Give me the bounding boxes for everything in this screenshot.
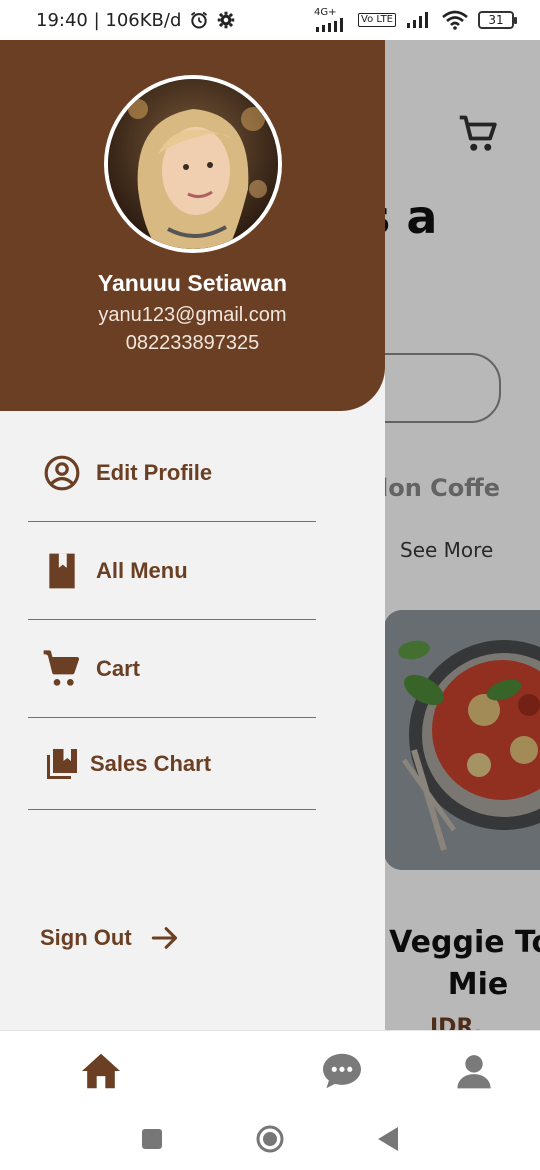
signal-4g: 4G+ — [314, 8, 348, 32]
account-circle-icon — [42, 453, 82, 493]
cart-icon — [42, 649, 82, 689]
circle-icon — [256, 1125, 284, 1153]
square-icon — [142, 1129, 162, 1149]
signal-icon-2 — [407, 12, 428, 28]
triangle-back-icon — [378, 1127, 398, 1151]
navigation-drawer: Yanuuu Setiawan yanu123@gmail.com 082233… — [0, 40, 385, 1030]
menu-label: All Menu — [96, 557, 188, 583]
arrow-right-icon — [151, 927, 177, 949]
menu-item-sales-chart[interactable]: Sales Chart — [28, 718, 316, 810]
avatar-photo — [108, 79, 278, 249]
settings-icon — [218, 11, 235, 29]
recent-apps-button[interactable] — [137, 1124, 167, 1154]
chat-icon — [323, 1053, 361, 1089]
menu-label: Sales Chart — [90, 750, 212, 776]
home-icon — [82, 1053, 120, 1089]
volte-badge: Vo LTE — [358, 13, 396, 27]
user-name: Yanuuu Setiawan — [97, 270, 288, 296]
bottom-navigation — [0, 1030, 540, 1106]
network-label: 4G+ — [314, 7, 337, 18]
library-icon — [42, 744, 82, 784]
alarm-icon — [191, 11, 208, 29]
user-phone: 082233897325 — [125, 332, 260, 354]
menu-item-all-menu[interactable]: All Menu — [28, 522, 316, 620]
status-bar: 19:40 | 106KB/d 4G+ Vo LTE 31 — [0, 0, 540, 40]
battery-icon: 31 — [478, 11, 517, 29]
back-button[interactable] — [373, 1124, 403, 1154]
book-icon — [42, 551, 82, 591]
signal-icon — [316, 18, 344, 32]
battery-level: 31 — [488, 13, 504, 27]
user-email: yanu123@gmail.com — [98, 304, 287, 326]
wifi-icon — [442, 10, 468, 30]
nav-profile-button[interactable] — [452, 1049, 496, 1093]
person-icon — [457, 1055, 491, 1089]
home-system-button[interactable] — [255, 1124, 285, 1154]
sign-out-button[interactable]: Sign Out — [40, 924, 180, 952]
nav-home-button[interactable] — [79, 1049, 123, 1093]
menu-label: Cart — [96, 655, 141, 681]
menu-item-cart[interactable]: Cart — [28, 620, 316, 718]
status-left: 19:40 | 106KB/d — [36, 10, 235, 31]
menu-item-edit-profile[interactable]: Edit Profile — [28, 424, 316, 522]
status-time-speed: 19:40 | 106KB/d — [36, 9, 182, 31]
system-navigation-bar — [0, 1106, 540, 1170]
nav-chat-button[interactable] — [320, 1049, 364, 1093]
status-right: 4G+ Vo LTE 31 — [314, 8, 517, 32]
menu-label: Edit Profile — [96, 459, 213, 485]
sign-out-label: Sign Out — [40, 925, 132, 950]
avatar[interactable] — [104, 75, 282, 253]
drawer-header: Yanuuu Setiawan yanu123@gmail.com 082233… — [0, 40, 385, 411]
